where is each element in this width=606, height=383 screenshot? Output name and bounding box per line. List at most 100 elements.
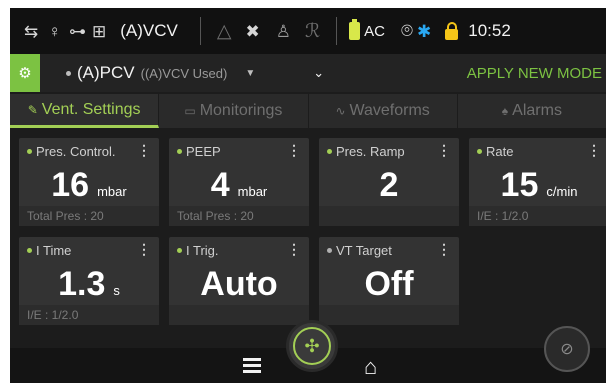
tile-title: I Time: [36, 243, 72, 258]
tile-number: Off: [364, 265, 414, 303]
tile-title: PEEP: [186, 144, 221, 159]
status-dot: [327, 248, 332, 253]
home-icon[interactable]: ⌂: [364, 354, 377, 380]
ventilation-start-button[interactable]: ✣: [286, 320, 338, 372]
tile-header: VT Target: [327, 243, 392, 258]
tile-title: I Trig.: [186, 243, 219, 258]
alarm-off-icon: ⊘: [560, 341, 574, 358]
status-dot: [477, 149, 482, 154]
ventilator-icon: ⊞: [92, 21, 107, 41]
tile-header: PEEP: [177, 144, 221, 159]
chevron-down-icon[interactable]: ⌄: [313, 65, 324, 81]
wave-icon: ∿: [335, 104, 346, 118]
tile-footer: [319, 206, 459, 226]
divider: [199, 17, 201, 45]
circuit-icon: ⊶: [69, 21, 86, 41]
tile-value: 16 mbar: [19, 166, 159, 205]
patient-icon: ♀: [48, 21, 61, 41]
tile-number: 2: [379, 166, 399, 204]
tile-header: Pres. Control.: [27, 144, 115, 159]
status-dot: [177, 149, 182, 154]
alarm-silence-button[interactable]: ⊘: [544, 326, 590, 372]
tile-header: I Trig.: [177, 243, 219, 258]
mode-used-note: ((A)VCV Used): [140, 65, 228, 81]
tile-header: Pres. Ramp: [327, 144, 405, 159]
tile-footer: Total Pres : 20: [169, 206, 309, 226]
tile-footer: I/E : 1/2.0: [19, 305, 159, 325]
caret-down-icon[interactable]: ▼: [245, 68, 255, 79]
power-source: AC: [364, 22, 386, 40]
bluetooth-icon: ✱: [417, 21, 432, 41]
more-vertical-icon[interactable]: ⋮: [587, 142, 601, 159]
tile-number: 4: [210, 166, 230, 204]
tile-value: Off: [319, 265, 459, 304]
tile-peep[interactable]: PEEP ⋮ 4 mbar Total Pres : 20: [169, 138, 309, 226]
more-vertical-icon[interactable]: ⋮: [437, 241, 451, 258]
tile-i-trig[interactable]: I Trig. ⋮ Auto: [169, 237, 309, 325]
tile-unit: s: [113, 283, 120, 298]
tile-rate[interactable]: Rate ⋮ 15 c/min I/E : 1/2.0: [469, 138, 606, 226]
wifi-icon: ⌾: [401, 20, 414, 42]
tile-vt-target[interactable]: VT Target ⋮ Off: [319, 237, 459, 325]
status-dot: [327, 149, 332, 154]
apply-new-mode-button[interactable]: APPLY NEW MODE: [467, 65, 602, 82]
tile-unit: mbar: [237, 184, 268, 199]
network-icon: ⇆: [24, 21, 39, 41]
current-mode: (A)VCV: [120, 21, 178, 40]
selected-mode[interactable]: (A)PCV: [77, 63, 135, 83]
tile-footer: [169, 305, 309, 325]
tile-value: 4 mbar: [169, 166, 309, 205]
tile-footer: I/E : 1/2.0: [469, 206, 606, 226]
tab-label: Waveforms: [349, 102, 430, 119]
tile-unit: mbar: [97, 184, 127, 199]
tools-icon[interactable]: ✖: [246, 23, 260, 40]
tile-title: Rate: [486, 144, 514, 159]
tile-footer: [319, 305, 459, 325]
wrench-icon: ✎: [27, 102, 38, 117]
tab-label: Alarms: [512, 102, 562, 119]
monitor-icon: ▭: [184, 104, 196, 118]
tile-value: 2: [319, 166, 459, 205]
mode-indicator-dot: [66, 70, 71, 76]
tab-waveforms[interactable]: ∿ Waveforms: [309, 94, 458, 128]
ventilator-screen: ⇆ ♀ ⊶ ⊞ (A)VCV △ ✖ ♙ ℛ AC ⌾ ✱ 10:52 ⚙ (A…: [10, 8, 606, 383]
tile-value: 1.3 s: [19, 265, 159, 304]
more-vertical-icon[interactable]: ⋮: [137, 241, 151, 258]
mode-bar: ⚙ (A)PCV ((A)VCV Used) ▼ ⌄ APPLY NEW MOD…: [10, 54, 606, 92]
status-bar: ⇆ ♀ ⊶ ⊞ (A)VCV △ ✖ ♙ ℛ AC ⌾ ✱ 10:52: [10, 8, 606, 54]
tile-number: Auto: [200, 265, 278, 303]
settings-gear-icon[interactable]: ⚙: [10, 54, 40, 92]
tile-i-time[interactable]: I Time ⋮ 1.3 s I/E : 1/2.0: [19, 237, 159, 325]
tile-header: Rate: [477, 144, 513, 159]
tab-alarms[interactable]: ♠ Alarms: [458, 94, 606, 128]
tile-value: Auto: [169, 265, 309, 304]
bell-icon: ♠: [501, 104, 509, 118]
clock: 10:52: [468, 21, 511, 40]
tile-pres-control[interactable]: Pres. Control. ⋮ 16 mbar Total Pres : 20: [19, 138, 159, 226]
tile-number: 15: [500, 166, 539, 204]
status-dot: [27, 149, 32, 154]
tile-number: 16: [51, 166, 90, 204]
tile-unit: c/min: [546, 184, 578, 199]
menu-icon[interactable]: [243, 358, 261, 373]
more-vertical-icon[interactable]: ⋮: [137, 142, 151, 159]
divider: [336, 17, 338, 45]
tab-label: Monitorings: [199, 102, 283, 119]
tab-monitorings[interactable]: ▭ Monitorings: [159, 94, 309, 128]
battery-icon: [349, 19, 361, 40]
tab-vent-settings[interactable]: ✎ Vent. Settings: [10, 94, 160, 128]
tile-footer: Total Pres : 20: [19, 206, 159, 226]
tile-title: VT Target: [336, 243, 392, 258]
warning-triangle-icon[interactable]: △: [217, 20, 232, 43]
tile-title: Pres. Ramp: [336, 144, 405, 159]
tile-number: 1.3: [58, 265, 106, 303]
more-vertical-icon[interactable]: ⋮: [287, 241, 301, 258]
tile-pres-ramp[interactable]: Pres. Ramp ⋮ 2: [319, 138, 459, 226]
mask-icon: ℛ: [305, 20, 321, 42]
more-vertical-icon[interactable]: ⋮: [437, 142, 451, 159]
status-dot: [27, 248, 32, 253]
tab-bar: ✎ Vent. Settings ▭ Monitorings ∿ Wavefor…: [10, 94, 606, 128]
more-vertical-icon[interactable]: ⋮: [287, 142, 301, 159]
status-dot: [177, 248, 182, 253]
lock-icon[interactable]: [445, 21, 459, 40]
